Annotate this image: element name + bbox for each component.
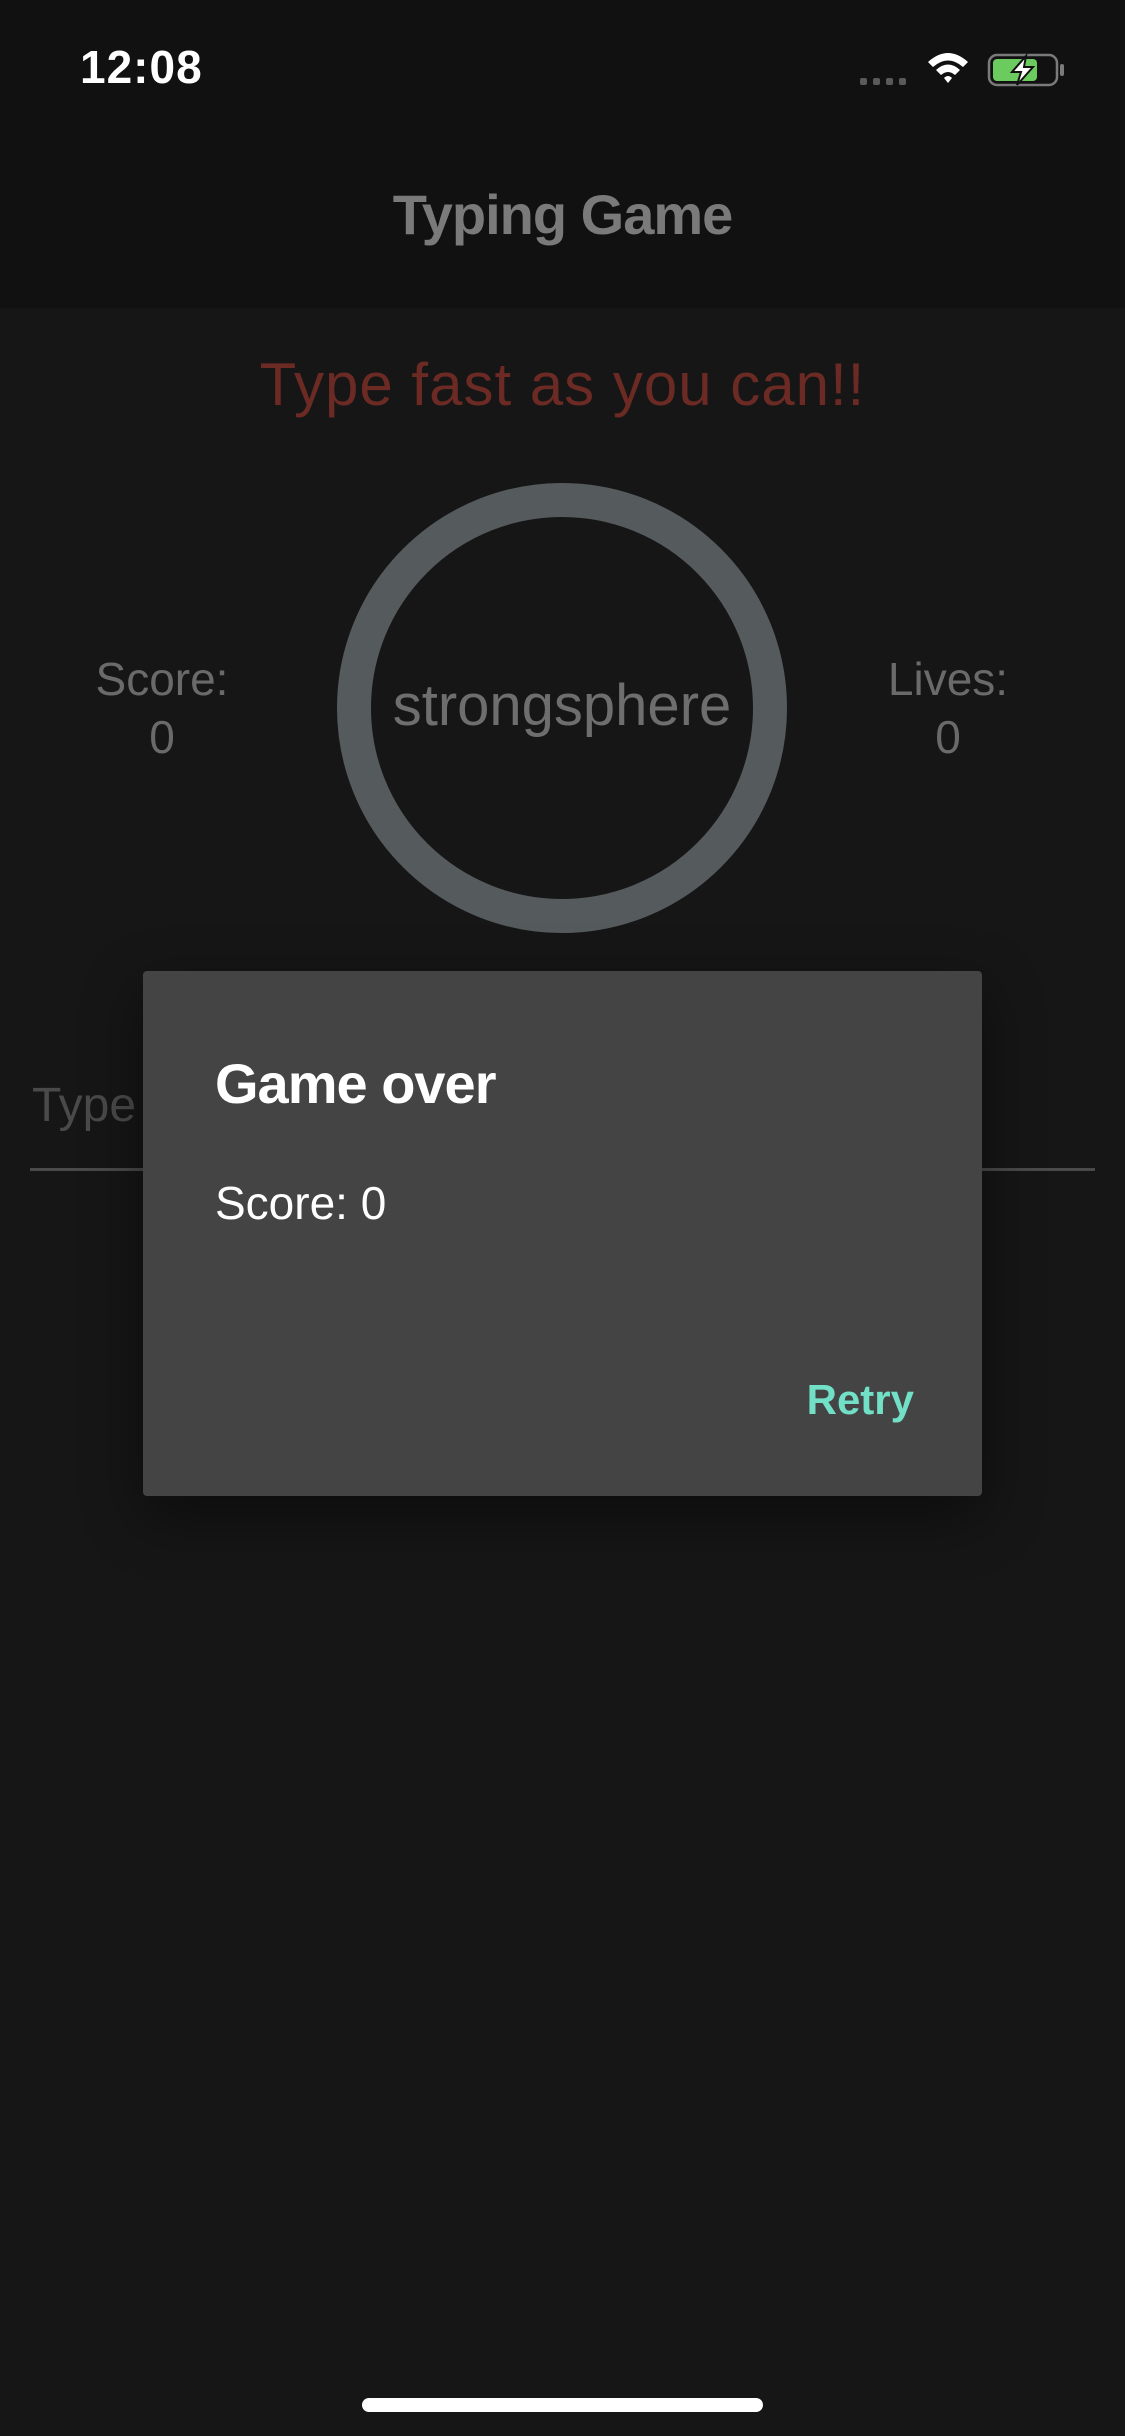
- status-bar: 12:08: [0, 0, 1125, 132]
- current-word: strongsphere: [392, 673, 732, 738]
- lives-stat: Lives: 0: [848, 650, 1048, 766]
- game-over-dialog: Game over Score: 0 Retry: [143, 971, 982, 1496]
- retry-button[interactable]: Retry: [807, 1376, 914, 1424]
- app-title: Typing Game: [392, 183, 734, 246]
- app-bar: Typing Game: [0, 132, 1125, 308]
- wifi-icon: [928, 53, 968, 83]
- home-indicator[interactable]: [362, 2398, 763, 2412]
- score-label: Score:: [95, 653, 229, 705]
- headline: Type fast as you can!!: [259, 351, 866, 418]
- score-stat: Score: 0: [62, 650, 262, 766]
- type-input-placeholder: Type: [32, 1079, 137, 1132]
- lives-value: 0: [935, 711, 961, 763]
- status-icons: [860, 52, 1064, 87]
- lives-label: Lives:: [887, 653, 1009, 705]
- score-value: 0: [149, 711, 175, 763]
- dialog-score: Score: 0: [215, 1177, 387, 1229]
- signal-dots-icon: [860, 78, 906, 85]
- screen: 12:08 Typing Game Type fast as you can!!…: [0, 0, 1125, 2436]
- dialog-title: Game over: [215, 1052, 496, 1115]
- status-time: 12:08: [80, 41, 203, 93]
- battery-charging-icon: [987, 52, 1064, 87]
